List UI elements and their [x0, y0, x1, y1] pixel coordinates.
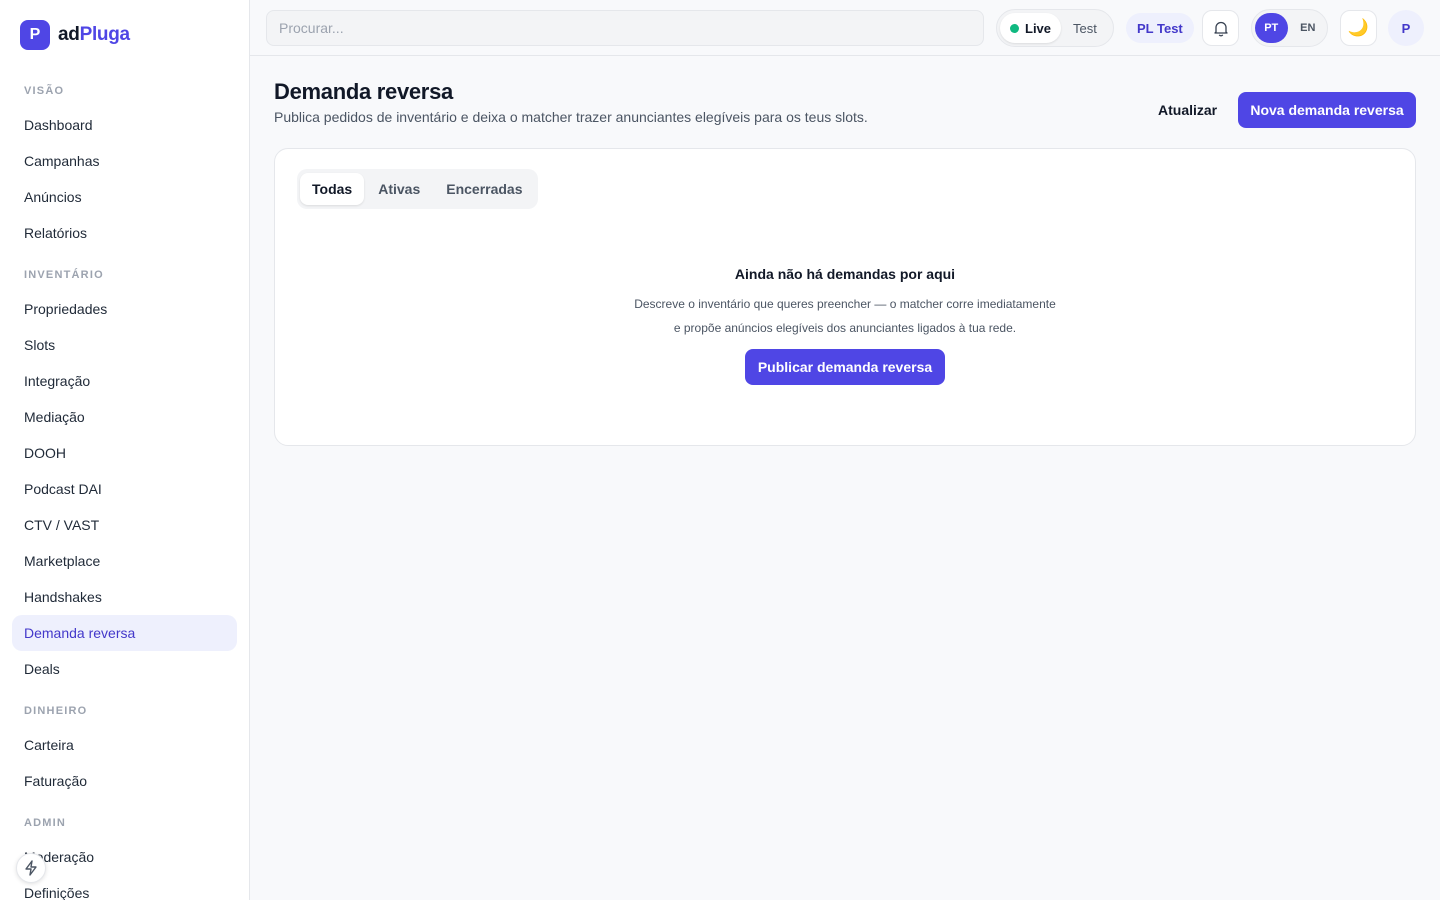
status-tabs: Todas Ativas Encerradas	[297, 169, 538, 209]
page-title: Demanda reversa	[274, 79, 453, 104]
brand-name-prefix: ad	[58, 24, 80, 45]
tab-closed[interactable]: Encerradas	[434, 173, 534, 205]
sidebar-item-deals[interactable]: Deals	[12, 651, 237, 687]
nav-section-heading: DINHEIRO	[24, 705, 88, 717]
sidebar-item-definicoes[interactable]: Definições	[12, 875, 237, 900]
theme-toggle-button[interactable]: 🌙	[1340, 10, 1377, 46]
nav-section-heading: INVENTÁRIO	[24, 269, 104, 281]
sidebar-item-dashboard[interactable]: Dashboard	[12, 107, 237, 143]
brand-logo: P	[20, 20, 50, 50]
env-live-option[interactable]: Live	[1000, 13, 1062, 43]
bell-icon	[1213, 21, 1228, 36]
topbar: Live Test PL Test PT EN 🌙 P	[250, 0, 1440, 56]
env-live-label: Live	[1025, 20, 1052, 36]
brand[interactable]: P adPluga	[20, 20, 130, 50]
new-reverse-demand-button[interactable]: Nova demanda reversa	[1238, 92, 1416, 128]
tab-all[interactable]: Todas	[300, 173, 365, 205]
sidebar-item-dooh[interactable]: DOOH	[12, 435, 237, 471]
moon-icon: 🌙	[1347, 18, 1370, 37]
sidebar-item-podcast-dai[interactable]: Podcast DAI	[12, 471, 237, 507]
sidebar-item-handshakes[interactable]: Handshakes	[12, 579, 237, 615]
nav-section-heading: ADMIN	[24, 817, 67, 829]
notifications-button[interactable]	[1202, 10, 1239, 46]
sidebar-item-faturacao[interactable]: Faturação	[12, 763, 237, 799]
empty-state-title: Ainda não há demandas por aqui	[734, 266, 956, 282]
publish-reverse-demand-button[interactable]: Publicar demanda reversa	[745, 349, 945, 385]
live-status-dot	[1010, 23, 1019, 33]
tab-active[interactable]: Ativas	[366, 173, 432, 205]
bolt-icon[interactable]	[16, 853, 46, 883]
empty-state-description-line-1: Descreve o inventário que queres preench…	[634, 297, 1056, 311]
brand-name-accent: Pluga	[79, 24, 131, 45]
search-input[interactable]	[266, 10, 984, 46]
empty-state-description-line-2: e propõe anúncios elegíveis dos anuncian…	[673, 321, 1017, 335]
page-subtitle: Publica pedidos de inventário e deixa o …	[274, 109, 868, 125]
sidebar-item-ctv-vast[interactable]: CTV / VAST	[12, 507, 237, 543]
lang-pt-option[interactable]: PT	[1255, 13, 1288, 43]
sidebar-item-integracao[interactable]: Integração	[12, 363, 237, 399]
language-toggle: PT EN	[1251, 9, 1328, 47]
sidebar-item-propriedades[interactable]: Propriedades	[12, 291, 237, 327]
refresh-button[interactable]: Atualizar	[1146, 92, 1229, 128]
lang-en-option[interactable]: EN	[1292, 13, 1325, 43]
sidebar-item-relatorios[interactable]: Relatórios	[12, 215, 237, 251]
env-toggle: Live Test	[996, 9, 1114, 47]
sidebar-item-slots[interactable]: Slots	[12, 327, 237, 363]
sidebar: P adPluga VISÃO Dashboard Campanhas Anúncio…	[0, 0, 250, 900]
sidebar-item-marketplace[interactable]: Marketplace	[12, 543, 237, 579]
env-test-option[interactable]: Test	[1063, 13, 1107, 43]
sidebar-item-anuncios[interactable]: Anúncios	[12, 179, 237, 215]
brand-name: adPluga	[58, 24, 130, 46]
sidebar-item-mediacao[interactable]: Mediação	[12, 399, 237, 435]
nav-section-heading: VISÃO	[24, 85, 65, 97]
demands-card: Todas Ativas Encerradas Ainda não há dem…	[274, 148, 1416, 446]
sidebar-item-carteira[interactable]: Carteira	[12, 727, 237, 763]
sidebar-item-campanhas[interactable]: Campanhas	[12, 143, 237, 179]
sidebar-item-demanda-reversa[interactable]: Demanda reversa	[12, 615, 237, 651]
account-badge[interactable]: PL Test	[1126, 13, 1194, 43]
avatar[interactable]: P	[1388, 10, 1424, 46]
